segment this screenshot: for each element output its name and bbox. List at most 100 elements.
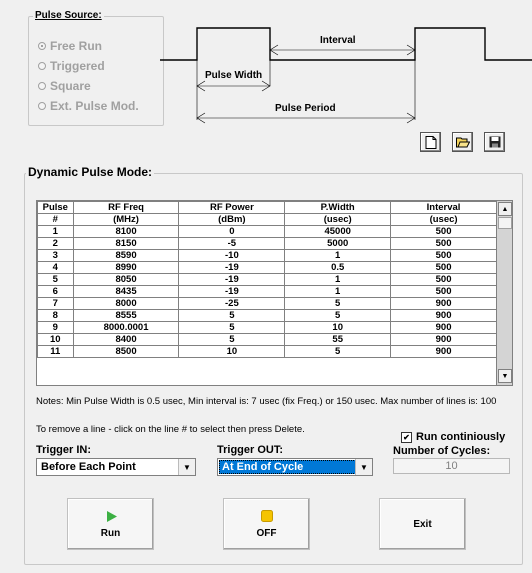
table-row[interactable]: 2 8150 -5 5000 500 xyxy=(37,237,497,250)
scroll-down-button[interactable]: ▼ xyxy=(498,369,512,383)
table-cell[interactable]: 45000 xyxy=(284,225,392,238)
table-cell[interactable]: 5 xyxy=(178,333,286,346)
table-cell[interactable]: 0.5 xyxy=(284,261,392,274)
row-number-cell[interactable]: 5 xyxy=(37,273,74,286)
table-cell[interactable]: 0 xyxy=(178,225,286,238)
table-row[interactable]: 3 8590 -10 1 500 xyxy=(37,249,497,262)
radio-free-run[interactable]: Free Run xyxy=(38,39,102,53)
scroll-up-button[interactable]: ▲ xyxy=(498,202,512,216)
table-cell[interactable]: 5 xyxy=(178,309,286,322)
row-number-cell[interactable]: 11 xyxy=(37,345,74,358)
radio-triggered[interactable]: Triggered xyxy=(38,59,105,73)
interval-label: Interval xyxy=(320,35,356,46)
radio-square[interactable]: Square xyxy=(38,79,91,93)
table-cell[interactable]: -10 xyxy=(178,249,286,262)
table-cell[interactable]: 1 xyxy=(284,249,392,262)
open-file-button[interactable] xyxy=(452,132,473,152)
chevron-down-icon[interactable]: ▼ xyxy=(178,459,195,475)
radio-label: Free Run xyxy=(50,39,103,53)
table-cell[interactable]: 5 xyxy=(178,321,286,334)
checkbox-box[interactable]: ✔ xyxy=(401,431,412,443)
table-row[interactable]: 10 8400 5 55 900 xyxy=(37,333,497,346)
table-cell[interactable]: 500 xyxy=(390,285,497,298)
row-number-cell[interactable]: 9 xyxy=(37,321,74,334)
column-header: Pulse xyxy=(37,201,74,214)
table-cell[interactable]: 500 xyxy=(390,273,497,286)
table-cell[interactable]: 10 xyxy=(178,345,286,358)
table-cell[interactable]: -25 xyxy=(178,297,286,310)
save-disk-icon xyxy=(489,136,500,148)
table-cell[interactable]: 8000.0001 xyxy=(72,321,180,334)
radio-button[interactable] xyxy=(38,82,46,90)
table-row[interactable]: 5 8050 -19 1 500 xyxy=(37,273,497,286)
trigger-out-select[interactable]: At End of Cycle ▼ xyxy=(217,458,373,476)
column-header: RF Power xyxy=(178,201,286,214)
new-file-button[interactable] xyxy=(420,132,441,152)
row-number-cell[interactable]: 8 xyxy=(37,309,74,322)
table-cell[interactable]: -5 xyxy=(178,237,286,250)
table-cell[interactable]: 500 xyxy=(390,261,497,274)
table-cell[interactable]: 8050 xyxy=(72,273,180,286)
table-row[interactable]: 9 8000.0001 5 10 900 xyxy=(37,321,497,334)
radio-button[interactable] xyxy=(38,42,46,50)
run-button[interactable]: Run xyxy=(67,498,154,550)
chevron-down-icon[interactable]: ▼ xyxy=(355,459,372,475)
table-cell[interactable]: 10 xyxy=(284,321,392,334)
table-cell[interactable]: 8990 xyxy=(72,261,180,274)
row-number-cell[interactable]: 3 xyxy=(37,249,74,262)
table-cell[interactable]: 500 xyxy=(390,249,497,262)
table-cell[interactable]: -19 xyxy=(178,285,286,298)
radio-button[interactable] xyxy=(38,62,46,70)
table-cell[interactable]: 900 xyxy=(390,309,497,322)
table-row[interactable]: 8 8555 5 5 900 xyxy=(37,309,497,322)
table-cell[interactable]: 5000 xyxy=(284,237,392,250)
table-cell[interactable]: 8500 xyxy=(72,345,180,358)
table-row[interactable]: 11 8500 10 5 900 xyxy=(37,345,497,358)
column-unit: (usec) xyxy=(390,213,497,226)
exit-button[interactable]: Exit xyxy=(379,498,466,550)
stop-icon xyxy=(261,510,273,522)
pulse-table[interactable]: Pulse RF Freq RF Power P.Width Interval … xyxy=(36,200,513,386)
radio-button[interactable] xyxy=(38,102,46,110)
table-cell[interactable]: 500 xyxy=(390,237,497,250)
table-row[interactable]: 6 8435 -19 1 500 xyxy=(37,285,497,298)
table-cell[interactable]: 8400 xyxy=(72,333,180,346)
table-row[interactable]: 7 8000 -25 5 900 xyxy=(37,297,497,310)
table-cell[interactable]: 8590 xyxy=(72,249,180,262)
trigger-out-label: Trigger OUT: xyxy=(217,444,284,456)
table-cell[interactable]: 900 xyxy=(390,333,497,346)
table-cell[interactable]: 8435 xyxy=(72,285,180,298)
table-cell[interactable]: 5 xyxy=(284,297,392,310)
table-scrollbar[interactable]: ▲ ▼ xyxy=(496,201,512,385)
cycles-input[interactable]: 10 xyxy=(393,458,510,474)
table-cell[interactable]: 5 xyxy=(284,309,392,322)
table-cell[interactable]: 5 xyxy=(284,345,392,358)
table-cell[interactable]: -19 xyxy=(178,273,286,286)
table-cell[interactable]: 1 xyxy=(284,285,392,298)
save-file-button[interactable] xyxy=(484,132,505,152)
row-number-cell[interactable]: 6 xyxy=(37,285,74,298)
trigger-in-select[interactable]: Before Each Point ▼ xyxy=(36,458,196,476)
table-row[interactable]: 1 8100 0 45000 500 xyxy=(37,225,497,238)
row-number-cell[interactable]: 10 xyxy=(37,333,74,346)
off-button[interactable]: OFF xyxy=(223,498,310,550)
run-continuously-checkbox[interactable]: ✔ Run continiously xyxy=(401,431,505,443)
table-row[interactable]: 4 8990 -19 0.5 500 xyxy=(37,261,497,274)
table-cell[interactable]: 8555 xyxy=(72,309,180,322)
table-cell[interactable]: 500 xyxy=(390,225,497,238)
table-cell[interactable]: -19 xyxy=(178,261,286,274)
scroll-thumb[interactable] xyxy=(498,217,512,229)
row-number-cell[interactable]: 2 xyxy=(37,237,74,250)
row-number-cell[interactable]: 4 xyxy=(37,261,74,274)
table-cell[interactable]: 900 xyxy=(390,321,497,334)
radio-ext-pulse-mod[interactable]: Ext. Pulse Mod. xyxy=(38,99,139,113)
table-cell[interactable]: 900 xyxy=(390,345,497,358)
table-cell[interactable]: 8100 xyxy=(72,225,180,238)
table-cell[interactable]: 8000 xyxy=(72,297,180,310)
table-cell[interactable]: 8150 xyxy=(72,237,180,250)
row-number-cell[interactable]: 7 xyxy=(37,297,74,310)
table-cell[interactable]: 55 xyxy=(284,333,392,346)
table-cell[interactable]: 1 xyxy=(284,273,392,286)
table-cell[interactable]: 900 xyxy=(390,297,497,310)
row-number-cell[interactable]: 1 xyxy=(37,225,74,238)
